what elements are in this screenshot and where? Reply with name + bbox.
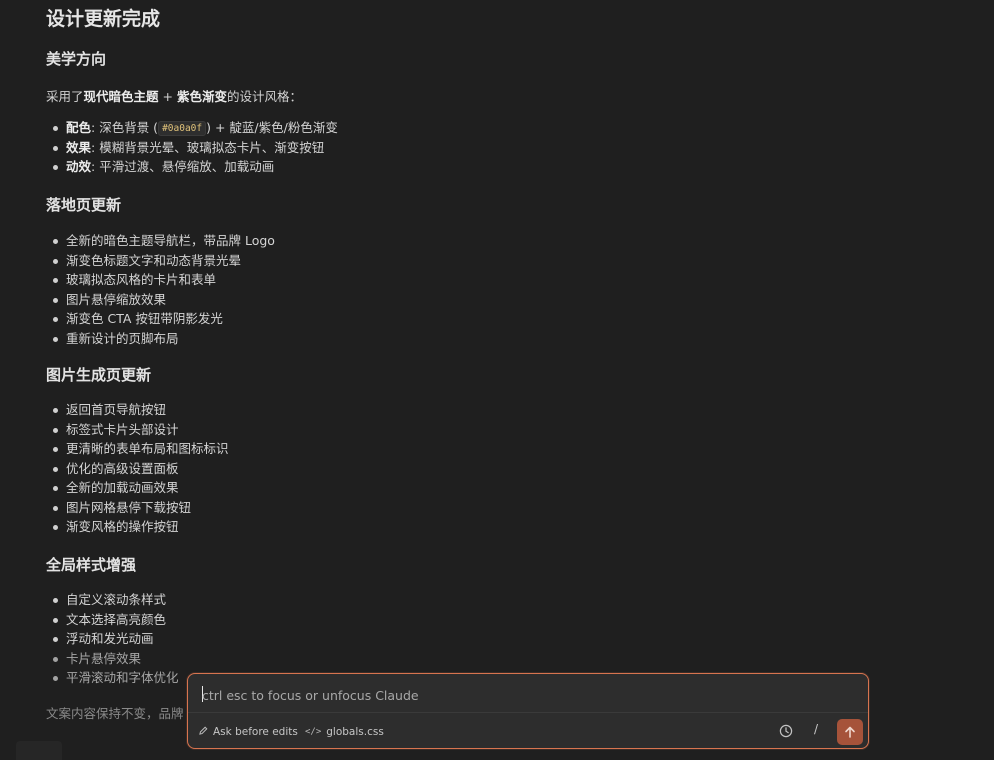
section-heading-global: 全局样式增强: [46, 556, 137, 574]
inline-code: #0a0a0f: [158, 121, 207, 136]
section-heading-generate: 图片生成页更新: [46, 366, 152, 384]
file-label: globals.css: [326, 726, 384, 738]
list-item: 全新的加载动画效果: [46, 478, 229, 498]
history-icon: [779, 724, 793, 738]
list-item: 卡片悬停效果: [46, 649, 179, 669]
mode-selector[interactable]: Ask before edits: [199, 724, 298, 740]
prompt-input[interactable]: [202, 684, 852, 706]
list-item: 动效: 平滑过渡、悬停缩放、加载动画: [46, 157, 338, 177]
generate-list: 返回首页导航按钮 标签式卡片头部设计 更清晰的表单布局和图标标识 优化的高级设置…: [46, 400, 229, 537]
footer-note: 文案内容保持不变，品牌: [46, 706, 184, 721]
scroll-hint: [16, 741, 62, 760]
list-item: 效果: 模糊背景光晕、玻璃拟态卡片、渐变按钮: [46, 138, 338, 158]
file-context-chip[interactable]: </> globals.css: [305, 724, 384, 740]
list-item: 图片网格悬停下载按钮: [46, 498, 229, 518]
list-item: 平滑滚动和字体优化: [46, 668, 179, 688]
list-item: 全新的暗色主题导航栏，带品牌 Logo: [46, 231, 275, 251]
code-icon: </>: [305, 727, 322, 737]
list-item: 渐变风格的操作按钮: [46, 517, 229, 537]
mode-label: Ask before edits: [213, 726, 298, 738]
list-item: 重新设计的页脚布局: [46, 329, 275, 349]
prompt-panel: Ask before edits </> globals.css /: [187, 673, 869, 749]
arrow-up-icon: [845, 726, 855, 738]
landing-list: 全新的暗色主题导航栏，带品牌 Logo 渐变色标题文字和动态背景光晕 玻璃拟态风…: [46, 231, 275, 348]
list-item: 配色: 深色背景 (#0a0a0f) + 靛蓝/紫色/粉色渐变: [46, 118, 338, 138]
list-item: 优化的高级设置面板: [46, 459, 229, 479]
list-item: 标签式卡片头部设计: [46, 420, 229, 440]
slash-command-button[interactable]: /: [814, 722, 818, 736]
message-title: 设计更新完成: [46, 8, 161, 30]
prompt-divider: [188, 712, 868, 713]
pencil-icon: [199, 726, 208, 738]
list-item: 渐变色 CTA 按钮带阴影发光: [46, 309, 275, 329]
list-item: 返回首页导航按钮: [46, 400, 229, 420]
list-item: 文本选择高亮颜色: [46, 610, 179, 630]
list-item: 玻璃拟态风格的卡片和表单: [46, 270, 275, 290]
history-button[interactable]: [778, 723, 794, 739]
global-list: 自定义滚动条样式 文本选择高亮颜色 浮动和发光动画 卡片悬停效果 平滑滚动和字体…: [46, 590, 179, 688]
list-item: 更清晰的表单布局和图标标识: [46, 439, 229, 459]
chat-view: 设计更新完成 美学方向 采用了现代暗色主题 + 紫色渐变的设计风格： 配色: 深…: [0, 0, 994, 760]
list-item: 浮动和发光动画: [46, 629, 179, 649]
send-button[interactable]: [837, 719, 863, 745]
aesthetic-intro: 采用了现代暗色主题 + 紫色渐变的设计风格：: [46, 89, 302, 104]
section-heading-landing: 落地页更新: [46, 196, 122, 214]
list-item: 渐变色标题文字和动态背景光晕: [46, 251, 275, 271]
list-item: 图片悬停缩放效果: [46, 290, 275, 310]
aesthetic-list: 配色: 深色背景 (#0a0a0f) + 靛蓝/紫色/粉色渐变 效果: 模糊背景…: [46, 118, 338, 177]
section-heading-aesthetic: 美学方向: [46, 50, 107, 68]
list-item: 自定义滚动条样式: [46, 590, 179, 610]
